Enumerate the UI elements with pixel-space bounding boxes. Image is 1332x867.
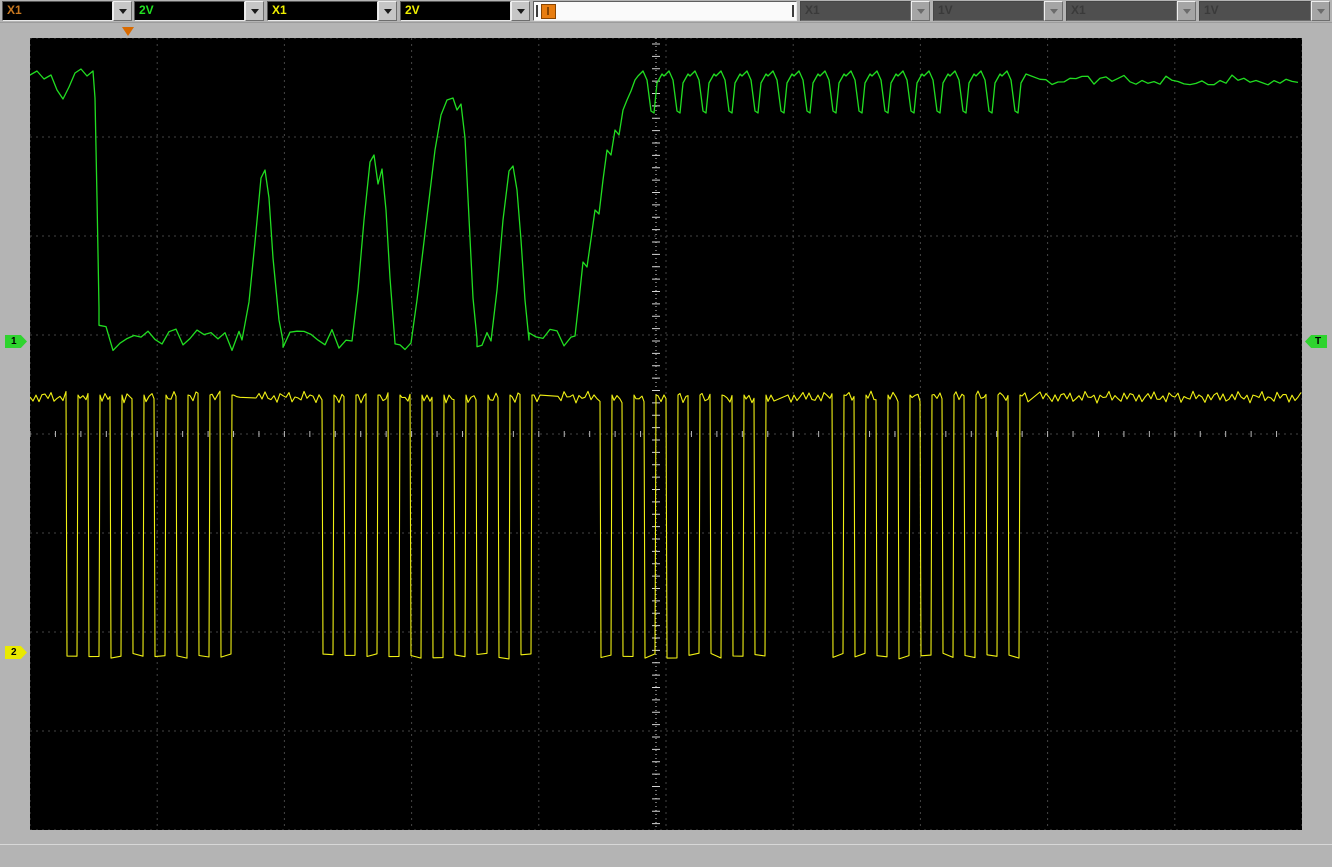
ch2-volts-dropdown-button[interactable] <box>511 1 530 21</box>
ch3-volts-div-select: 1V <box>933 1 1063 21</box>
chevron-down-icon <box>517 9 525 14</box>
scope-screen <box>30 38 1302 830</box>
ch4-probe-select: X1 <box>1066 1 1196 21</box>
chevron-down-icon <box>1317 9 1325 14</box>
chevron-down-icon <box>251 9 259 14</box>
oscilloscope-app: X1 2V X1 2V X1 <box>0 0 1332 867</box>
chevron-down-icon <box>1050 9 1058 14</box>
ch4-volts-dropdown-button <box>1311 1 1330 21</box>
ch1-probe-select[interactable]: X1 <box>2 1 132 21</box>
ch4-volts-div-select: 1V <box>1199 1 1330 21</box>
trigger-level-thumb[interactable] <box>541 4 556 19</box>
ch1-ground-marker[interactable]: 1 <box>5 335 27 348</box>
ch3-volts-dropdown-button <box>1044 1 1063 21</box>
ch4-volts-div-value: 1V <box>1199 1 1311 21</box>
trigger-level-slider[interactable] <box>533 1 797 21</box>
ch1-volts-dropdown-button[interactable] <box>245 1 264 21</box>
top-toolbar: X1 2V X1 2V X1 <box>0 0 1332 23</box>
ch4-probe-dropdown-button <box>1177 1 1196 21</box>
trigger-position-marker[interactable] <box>122 27 134 36</box>
trigger-level-marker[interactable]: T <box>1305 335 1327 348</box>
scope-display-svg <box>30 38 1302 830</box>
ch1-trace <box>30 69 1298 350</box>
ch2-volts-div-select[interactable]: 2V <box>400 1 530 21</box>
chevron-down-icon <box>1183 9 1191 14</box>
chevron-down-icon <box>917 9 925 14</box>
bottom-toolbar: 20 uS 50MS/s Min <box>0 844 1332 867</box>
ch2-volts-div-value: 2V <box>400 1 511 21</box>
ch3-probe-value: X1 <box>800 1 911 21</box>
ch1-volts-div-select[interactable]: 2V <box>134 1 264 21</box>
ch4-probe-value: X1 <box>1066 1 1177 21</box>
ch1-volts-div-value: 2V <box>134 1 245 21</box>
slider-left-bound <box>536 5 538 17</box>
ch2-ground-marker[interactable]: 2 <box>5 646 27 659</box>
trigger-marker-label: T <box>1315 336 1321 347</box>
chevron-down-icon <box>384 9 392 14</box>
ch3-probe-dropdown-button <box>911 1 930 21</box>
ch3-volts-div-value: 1V <box>933 1 1044 21</box>
chevron-down-icon <box>119 9 127 14</box>
ch2-probe-select[interactable]: X1 <box>267 1 397 21</box>
ch1-probe-value: X1 <box>2 1 113 21</box>
ch1-marker-label: 1 <box>11 336 17 347</box>
ch3-probe-select: X1 <box>800 1 930 21</box>
ch2-probe-value: X1 <box>267 1 378 21</box>
ch1-probe-dropdown-button[interactable] <box>113 1 132 21</box>
ch2-probe-dropdown-button[interactable] <box>378 1 397 21</box>
ch2-marker-label: 2 <box>11 647 17 658</box>
slider-right-bound <box>792 5 794 17</box>
